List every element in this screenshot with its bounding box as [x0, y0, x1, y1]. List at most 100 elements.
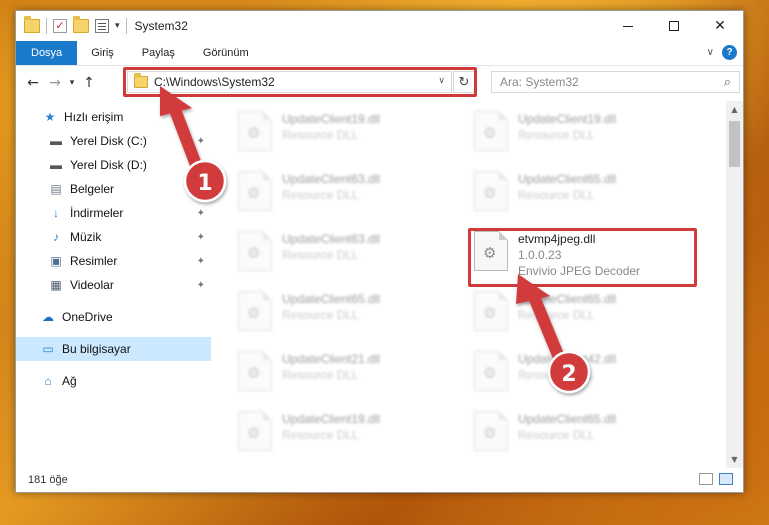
scroll-up-icon[interactable]: ▲	[726, 101, 743, 118]
file-list: ⚙ UpdateClient19.dll Resource DLL ⚙ Updat…	[212, 101, 743, 468]
pin-icon[interactable]: ✦	[197, 256, 205, 267]
list-item[interactable]: ⚙ UpdateClient19.dll Resource DLL	[238, 411, 458, 461]
dll-file-icon: ⚙	[238, 411, 272, 451]
list-item[interactable]: ⚙ UpdateClient65.dll Resource DLL	[474, 411, 694, 461]
nav-item-local-disk-d[interactable]: ▬ Yerel Disk (D:)	[16, 153, 211, 177]
computer-icon: ▭	[42, 342, 54, 356]
dll-file-icon: ⚙	[474, 111, 508, 151]
forward-arrow-icon[interactable]: →	[44, 75, 66, 91]
file-description: Resource DLL	[518, 128, 595, 142]
file-description: Resource DLL	[282, 368, 359, 382]
nav-item-onedrive[interactable]: ☁ OneDrive	[16, 305, 211, 329]
recent-locations-chevron-icon[interactable]: ▾	[66, 78, 78, 88]
address-path: C:\Windows\System32	[154, 75, 275, 89]
file-description: Resource DLL	[282, 428, 359, 442]
tab-home[interactable]: Giriş	[77, 41, 128, 65]
minimize-icon	[623, 25, 633, 27]
nav-item-network[interactable]: ⌂ Ağ	[16, 369, 211, 393]
nav-item-downloads[interactable]: ↓ İndirmeler ✦	[16, 201, 211, 225]
file-name: UpdateClient63.dll	[282, 172, 381, 186]
list-item[interactable]: ⚙ UpdateClient65.dll Resource DLL	[474, 171, 694, 221]
folder-icon	[24, 16, 40, 33]
help-icon[interactable]: ?	[722, 45, 737, 60]
quick-access-toolbar: ✓ ▾	[16, 16, 127, 34]
pin-icon[interactable]: ✦	[197, 136, 205, 147]
dll-file-icon: ⚙	[238, 171, 272, 211]
tiles-view-icon[interactable]	[719, 473, 733, 485]
list-item[interactable]: ⚙ UpdateClient65.dll Resource DLL	[238, 291, 458, 341]
list-item[interactable]: ⚙ UpdateClient42.dll Resource DLL	[474, 351, 694, 401]
tab-file[interactable]: Dosya	[16, 41, 78, 65]
main-area: ★ Hızlı erişim ▬ Yerel Disk (C:) ✦ ▬ Yer…	[16, 101, 743, 468]
list-item[interactable]: ⚙ UpdateClient19.dll Resource DLL	[238, 111, 458, 161]
download-icon: ↓	[53, 206, 59, 220]
explorer-window: ✓ ▾ System32 ✕ Dosya Giriş Paylaş Görünü…	[15, 10, 744, 493]
nav-item-quick-access[interactable]: ★ Hızlı erişim	[16, 105, 211, 129]
nav-item-label: Belgeler	[70, 182, 115, 196]
list-item[interactable]: ⚙ UpdateClient63.dll Resource DLL	[238, 171, 458, 221]
file-name: UpdateClient21.dll	[282, 352, 381, 366]
file-version: 1.0.0.23	[518, 248, 562, 262]
properties-icon[interactable]	[95, 19, 109, 33]
nav-item-label: Ağ	[62, 374, 77, 388]
star-icon: ★	[44, 110, 56, 124]
list-item[interactable]: ⚙ UpdateClient65.dll Resource DLL	[474, 291, 694, 341]
address-dropdown-icon[interactable]: ∨	[438, 75, 445, 86]
refresh-button[interactable]: ↻	[453, 71, 475, 93]
list-item[interactable]: ⚙ UpdateClient19.dll Resource DLL	[474, 111, 694, 161]
pin-icon[interactable]: ✦	[197, 280, 205, 291]
navigation-pane: ★ Hızlı erişim ▬ Yerel Disk (C:) ✦ ▬ Yer…	[16, 101, 212, 468]
file-name: UpdateClient42.dll	[518, 352, 617, 366]
details-view-icon[interactable]	[699, 473, 713, 485]
file-description: Resource DLL	[282, 248, 359, 262]
gear-icon: ⚙	[483, 364, 497, 382]
divider	[125, 18, 127, 34]
gear-icon: ⚙	[247, 244, 261, 262]
file-description: Resource DLL	[518, 428, 595, 442]
maximize-button[interactable]	[651, 11, 697, 41]
scroll-down-icon[interactable]: ▼	[726, 451, 743, 468]
nav-item-music[interactable]: ♪ Müzik ✦	[16, 225, 211, 249]
close-button[interactable]: ✕	[697, 11, 743, 41]
pin-icon[interactable]: ✦	[197, 208, 205, 219]
expand-ribbon-icon[interactable]: ∨	[707, 47, 714, 58]
list-item[interactable]: ⚙ UpdateClient63.dll Resource DLL	[238, 231, 458, 281]
videos-icon: ▦	[50, 278, 62, 292]
properties-check-icon[interactable]: ✓	[53, 19, 67, 33]
search-placeholder: Ara: System32	[500, 75, 579, 89]
nav-item-documents[interactable]: ▤ Belgeler	[16, 177, 211, 201]
ribbon-tabs: Dosya Giriş Paylaş Görünüm ∨ ?	[16, 41, 743, 65]
refresh-icon: ↻	[458, 74, 470, 90]
customize-toolbar-arrow-icon[interactable]: ▾	[115, 21, 120, 31]
pin-icon[interactable]: ✦	[197, 232, 205, 243]
item-count: 181 öğe	[28, 474, 68, 486]
back-arrow-icon[interactable]: ←	[22, 75, 44, 91]
file-description: Envivio JPEG Decoder	[518, 264, 641, 278]
tab-view[interactable]: Görünüm	[189, 41, 263, 65]
nav-item-local-disk-c[interactable]: ▬ Yerel Disk (C:) ✦	[16, 129, 211, 153]
minimize-button[interactable]	[605, 11, 651, 41]
scrollbar-thumb[interactable]	[729, 121, 740, 167]
music-icon: ♪	[53, 230, 59, 244]
file-name: UpdateClient63.dll	[282, 232, 381, 246]
file-name: UpdateClient65.dll	[518, 292, 617, 306]
search-input[interactable]: Ara: System32 ⌕	[491, 71, 740, 93]
dll-file-icon: ⚙	[238, 231, 272, 271]
vertical-scrollbar[interactable]: ▲ ▼	[726, 101, 743, 468]
dll-file-icon: ⚙	[238, 351, 272, 391]
address-bar[interactable]: C:\Windows\System32 ∨	[127, 71, 452, 93]
nav-item-this-pc[interactable]: ▭ Bu bilgisayar	[16, 337, 211, 361]
nav-item-pictures[interactable]: ▣ Resimler ✦	[16, 249, 211, 273]
file-description: Resource DLL	[282, 128, 359, 142]
up-arrow-icon[interactable]: ↑	[78, 75, 100, 91]
tab-share[interactable]: Paylaş	[128, 41, 189, 65]
new-folder-icon[interactable]	[73, 16, 89, 33]
file-name: UpdateClient19.dll	[282, 412, 381, 426]
title-bar: ✓ ▾ System32 ✕	[16, 11, 743, 41]
file-name: UpdateClient19.dll	[518, 112, 617, 126]
nav-item-label: OneDrive	[62, 310, 113, 324]
nav-item-videos[interactable]: ▦ Videolar ✦	[16, 273, 211, 297]
list-item[interactable]: ⚙ UpdateClient21.dll Resource DLL	[238, 351, 458, 401]
target-dll-file[interactable]: ⚙ etvmp4jpeg.dll 1.0.0.23 Envivio JPEG D…	[474, 231, 694, 281]
window-title: System32	[134, 19, 188, 33]
